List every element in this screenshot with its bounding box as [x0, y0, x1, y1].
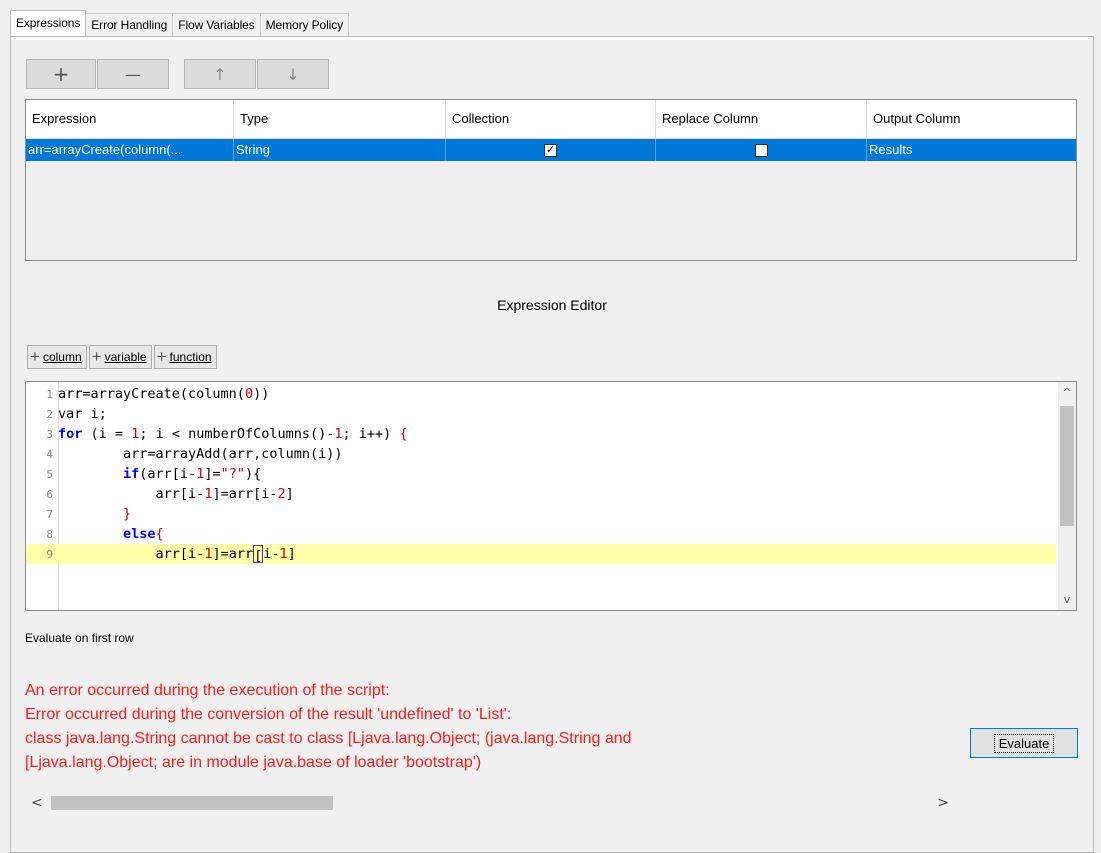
plus-icon: +	[156, 347, 167, 366]
error-line: An error occurred during the execution o…	[25, 682, 390, 699]
scroll-right-icon[interactable]: >	[937, 793, 949, 813]
plus-icon: +	[52, 62, 70, 86]
insert-buttons: + column + variable + function	[27, 345, 217, 369]
code-line[interactable]: 8 else{	[26, 524, 1056, 544]
arrow-down-icon: ↓	[286, 64, 300, 84]
plus-icon: +	[30, 347, 40, 366]
error-line: [Ljava.lang.Object; are in module java.b…	[25, 754, 482, 771]
minus-icon: —	[125, 64, 141, 84]
scroll-up-icon[interactable]: ^	[1058, 386, 1076, 399]
horizontal-scroll-thumb[interactable]	[51, 796, 333, 810]
cell-replace-column[interactable]	[656, 139, 867, 161]
code-line[interactable]: 5 if(arr[i-1]="?"){	[26, 464, 1056, 484]
code-editor[interactable]: 1 arr=arrayCreate(column(0)) 2 var i; 3 for…	[25, 381, 1077, 611]
column-header-output-column[interactable]: Output Column	[867, 100, 1076, 138]
tab-expressions[interactable]: Expressions	[10, 10, 87, 36]
tab-flow-variables[interactable]: Flow Variables	[172, 13, 261, 36]
insert-function-button[interactable]: + function	[153, 345, 217, 369]
code-line[interactable]: 2 var i;	[26, 404, 1056, 424]
column-header-replace-column[interactable]: Replace Column	[656, 100, 867, 138]
replace-column-checkbox[interactable]	[754, 143, 768, 157]
check-icon: ✓	[545, 143, 556, 156]
add-row-button[interactable]: +	[26, 59, 96, 89]
vertical-scrollbar[interactable]: ^ v	[1058, 382, 1076, 610]
vertical-scroll-thumb[interactable]	[1060, 406, 1074, 526]
code-line[interactable]: 7 }	[26, 504, 1056, 524]
code-line[interactable]: 3 for (i = 1; i < numberOfColumns()-1; i+…	[26, 424, 1056, 444]
code-line-current[interactable]: 9 arr[i-1]=arr[i-1]	[26, 544, 1056, 564]
tab-memory-policy[interactable]: Memory Policy	[259, 13, 350, 36]
code-line[interactable]: 1 arr=arrayCreate(column(0))	[26, 384, 1056, 404]
table-header: Expression Type Collection Replace Colum…	[26, 100, 1076, 139]
code-line[interactable]: 4 arr=arrayAdd(arr,column(i))	[26, 444, 1056, 464]
plus-icon: +	[91, 347, 102, 366]
column-header-collection[interactable]: Collection	[446, 100, 656, 138]
evaluate-button[interactable]: Evaluate	[970, 728, 1078, 758]
expressions-panel: + — ↑ ↓ Expression Type Collection Repla…	[10, 36, 1094, 853]
arrow-up-icon: ↑	[213, 64, 227, 84]
cell-expression[interactable]: arr=arrayCreate(column(...	[26, 139, 234, 161]
code-line[interactable]: 6 arr[i-1]=arr[i-2]	[26, 484, 1056, 504]
collection-checkbox[interactable]: ✓	[544, 143, 557, 157]
horizontal-scrollbar[interactable]: < >	[25, 793, 955, 813]
error-message: An error occurred during the execution o…	[25, 679, 905, 775]
move-up-button[interactable]: ↑	[184, 59, 256, 89]
column-header-expression[interactable]: Expression	[26, 100, 234, 138]
cell-type[interactable]: String	[234, 139, 446, 161]
text-cursor: [	[253, 545, 264, 564]
expressions-table: Expression Type Collection Replace Colum…	[25, 99, 1077, 261]
move-down-button[interactable]: ↓	[257, 59, 329, 89]
tab-bar: Expressions Error Handling Flow Variable…	[10, 10, 350, 36]
scroll-left-icon[interactable]: <	[31, 793, 43, 813]
error-line: class java.lang.String cannot be cast to…	[25, 730, 632, 747]
scroll-down-icon[interactable]: v	[1058, 593, 1076, 606]
cell-collection[interactable]: ✓	[446, 139, 656, 161]
remove-row-button[interactable]: —	[97, 59, 169, 89]
cell-output-column[interactable]: Results	[867, 139, 1076, 161]
insert-column-button[interactable]: + column	[27, 345, 87, 369]
insert-variable-button[interactable]: + variable	[88, 345, 152, 369]
error-line: Error occurred during the conversion of …	[25, 706, 512, 723]
column-header-type[interactable]: Type	[234, 100, 446, 138]
table-row[interactable]: arr=arrayCreate(column(... String ✓ Resu…	[26, 139, 1076, 161]
expression-editor-title: Expression Editor	[497, 297, 607, 313]
tab-error-handling[interactable]: Error Handling	[85, 13, 174, 36]
evaluate-label: Evaluate on first row	[25, 631, 134, 645]
